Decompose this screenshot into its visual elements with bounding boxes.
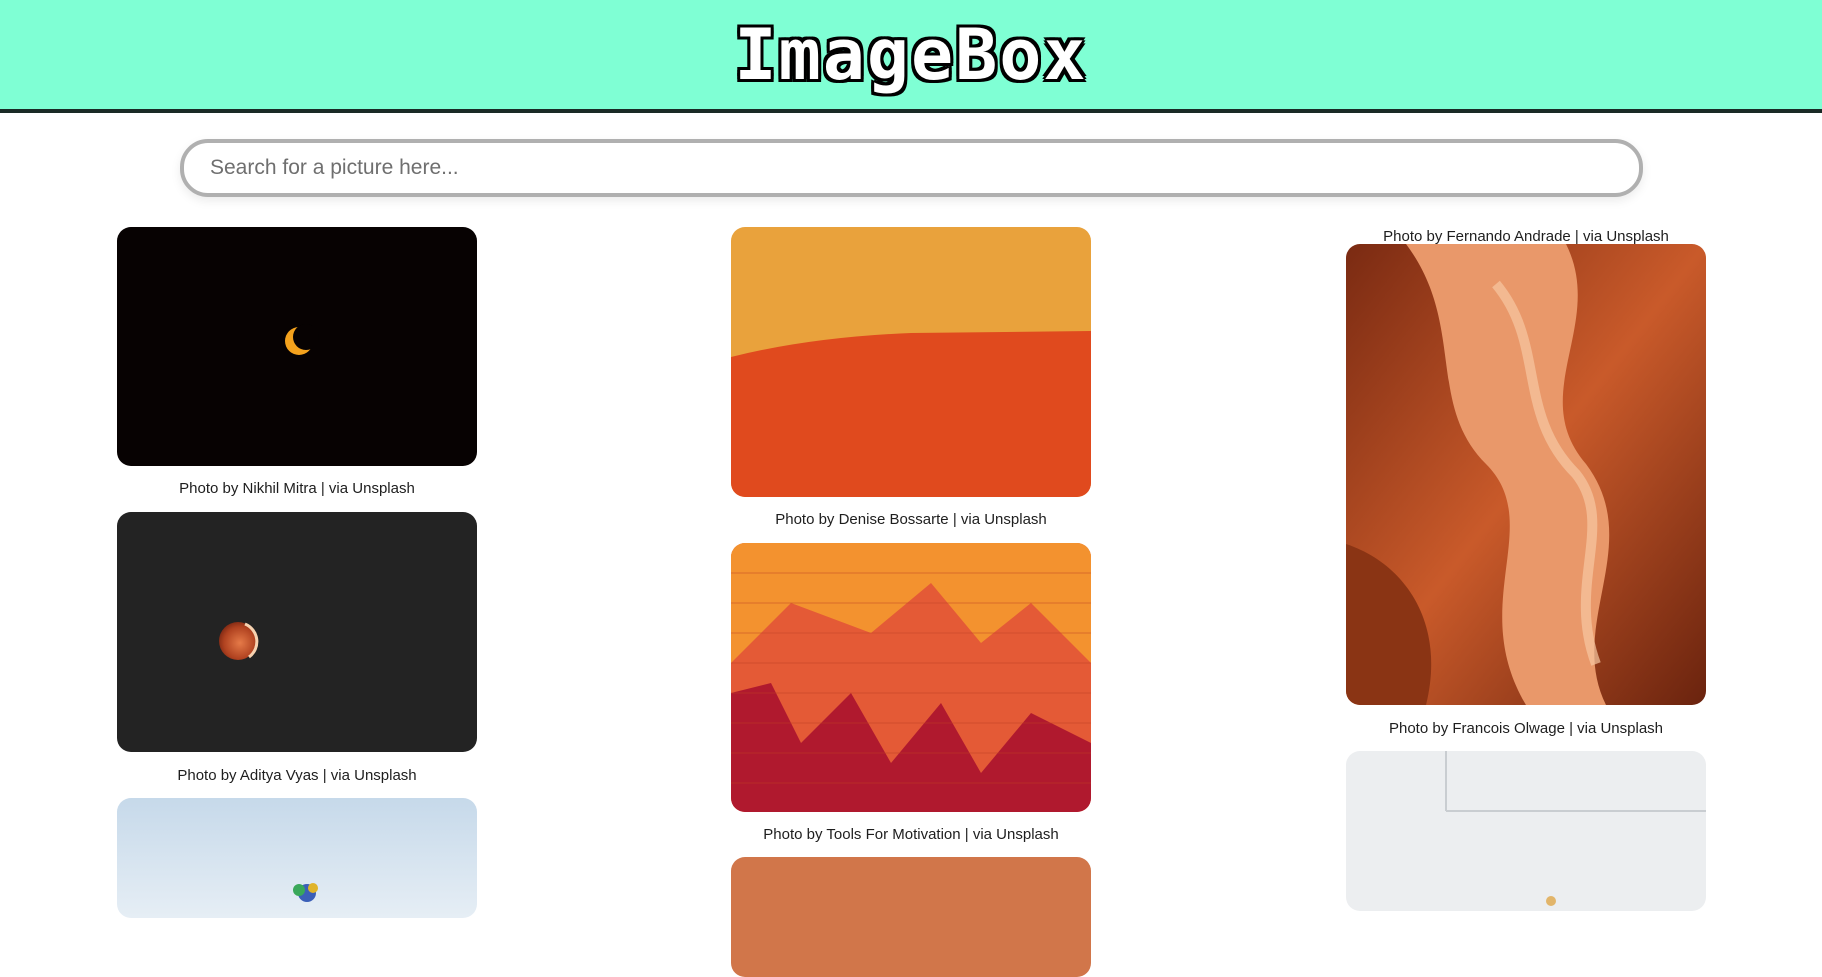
gallery-image-eclipse[interactable] xyxy=(117,227,477,466)
photo-caption: Photo by Tools For Motivation | via Unsp… xyxy=(763,826,1059,843)
gallery-image-antelope-canyon[interactable] xyxy=(1346,244,1706,705)
gallery-image-blood-moon[interactable] xyxy=(117,512,477,752)
photo-caption: Photo by Francois Olwage | via Unsplash xyxy=(1388,720,1664,737)
site-header: ImageBox xyxy=(0,0,1822,113)
photo-caption: Photo by Fernando Andrade | via Unsplash xyxy=(1383,228,1669,245)
gallery-image-white-wall[interactable] xyxy=(1346,751,1706,911)
gallery-image-brick-wall[interactable] xyxy=(731,543,1091,812)
gallery-image-orange-sky[interactable] xyxy=(731,857,1091,977)
gallery-image-orange-horizon[interactable] xyxy=(731,227,1091,497)
photo-caption: Photo by Nikhil Mitra | via Unsplash xyxy=(179,480,415,497)
search-bar xyxy=(180,139,1643,197)
gallery-image-balloon[interactable] xyxy=(117,798,477,918)
site-logo[interactable]: ImageBox xyxy=(734,20,1087,90)
photo-caption: Photo by Aditya Vyas | via Unsplash xyxy=(177,767,417,784)
photo-caption: Photo by Denise Bossarte | via Unsplash xyxy=(775,511,1047,528)
search-input[interactable] xyxy=(180,139,1643,197)
